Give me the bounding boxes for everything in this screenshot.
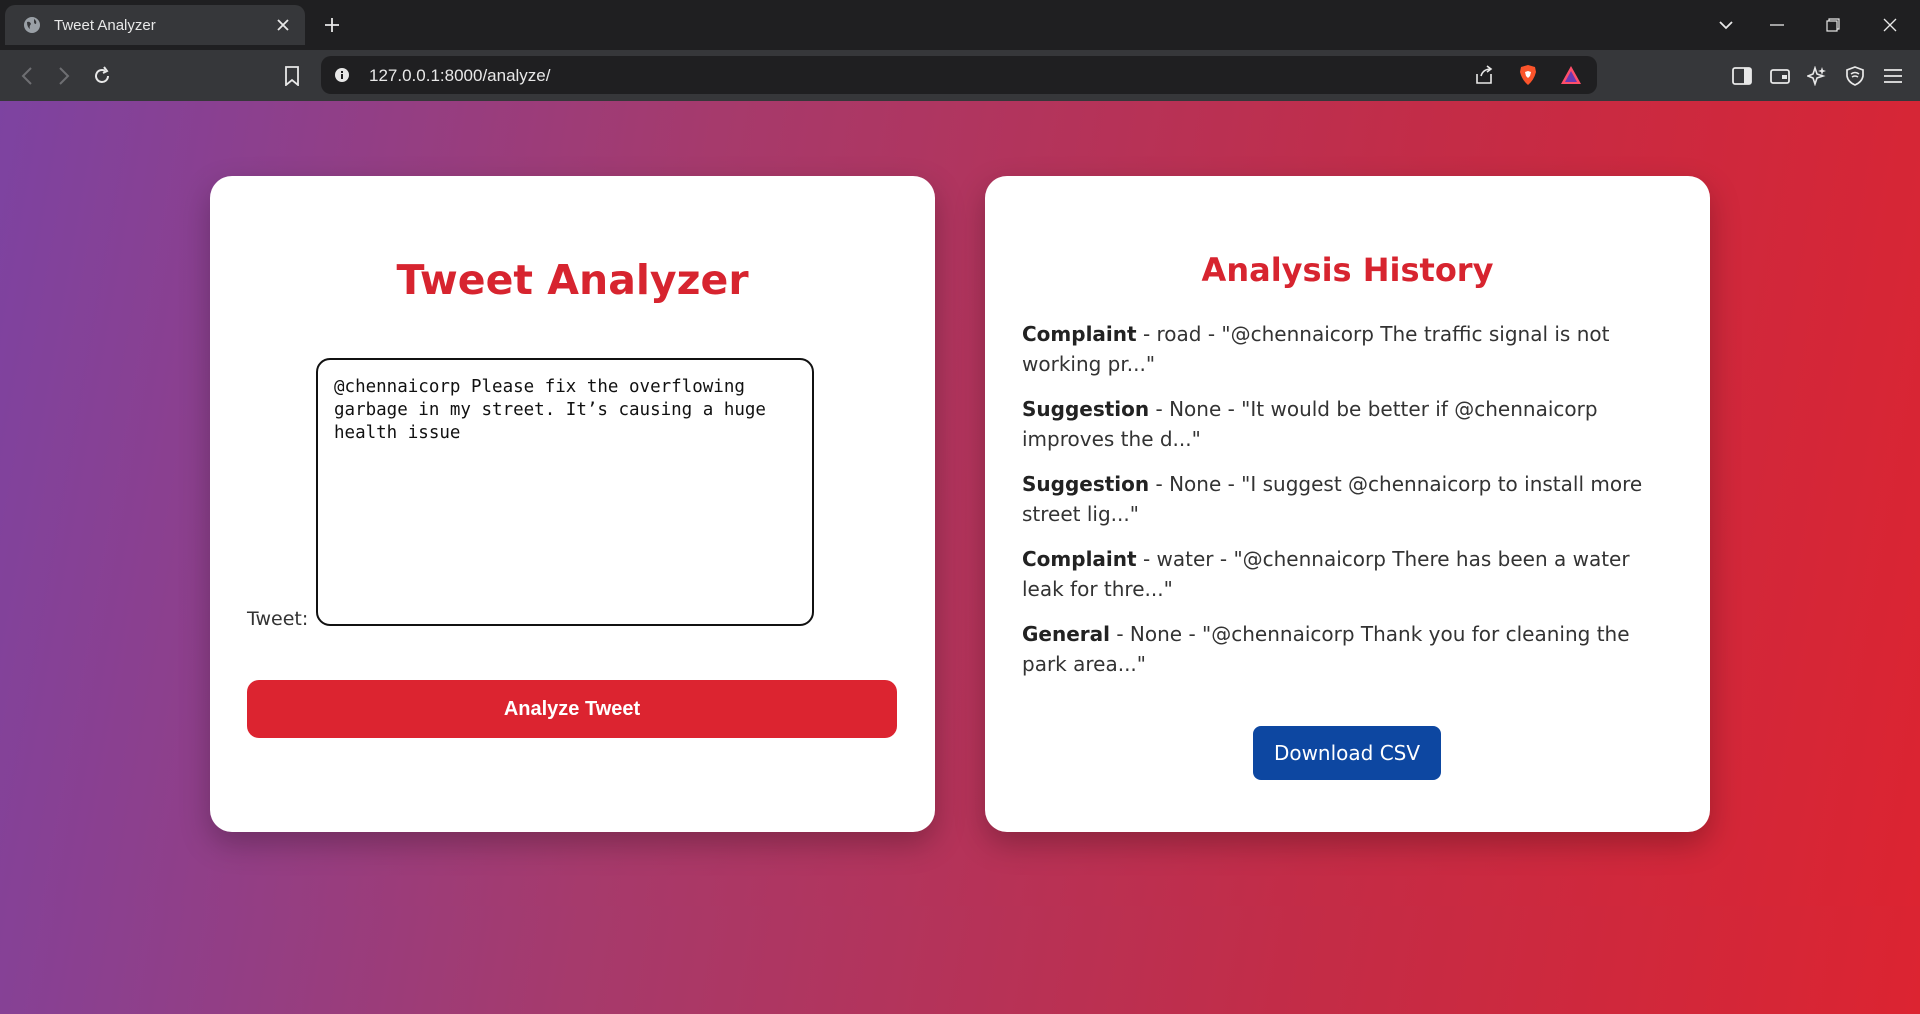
share-icon[interactable] xyxy=(1473,64,1495,86)
brave-rewards-icon[interactable] xyxy=(1560,64,1582,86)
menu-icon[interactable] xyxy=(1880,63,1906,89)
history-detail: - None - "@chennaicorp Thank you for cle… xyxy=(1022,622,1630,676)
browser-toolbar: 127.0.0.1:8000/analyze/ xyxy=(0,50,1920,101)
history-list: Complaint - road - "@chennaicorp The tra… xyxy=(1022,319,1677,694)
wallet-icon[interactable] xyxy=(1767,63,1793,89)
history-item: Suggestion - None - "I suggest @chennaic… xyxy=(1022,469,1677,529)
window-close-icon[interactable] xyxy=(1878,13,1902,37)
history-item: Suggestion - None - "It would be better … xyxy=(1022,394,1677,454)
forward-icon[interactable] xyxy=(51,63,77,89)
sidebar-icon[interactable] xyxy=(1729,63,1755,89)
site-info-icon[interactable] xyxy=(331,64,353,86)
analyzer-card: Tweet Analyzer Tweet: @chennaicorp Pleas… xyxy=(210,176,935,832)
brave-shield-icon[interactable] xyxy=(1517,64,1539,86)
history-category: Complaint xyxy=(1022,547,1137,571)
page-viewport: Tweet Analyzer Tweet: @chennaicorp Pleas… xyxy=(0,101,1920,1014)
leo-ai-icon[interactable] xyxy=(1804,63,1830,89)
history-category: General xyxy=(1022,622,1110,646)
vpn-icon[interactable] xyxy=(1842,63,1868,89)
browser-tab[interactable]: Tweet Analyzer xyxy=(5,5,305,45)
page-title: Tweet Analyzer xyxy=(396,256,749,304)
browser-tab-bar: Tweet Analyzer xyxy=(0,0,1920,50)
bookmark-icon[interactable] xyxy=(279,63,305,89)
tab-title: Tweet Analyzer xyxy=(54,16,156,34)
history-item: General - None - "@chennaicorp Thank you… xyxy=(1022,619,1677,679)
history-item: Complaint - road - "@chennaicorp The tra… xyxy=(1022,319,1677,379)
analyze-tweet-button[interactable]: Analyze Tweet xyxy=(247,680,897,738)
new-tab-button[interactable] xyxy=(320,13,344,37)
url-text[interactable]: 127.0.0.1:8000/analyze/ xyxy=(369,66,550,86)
globe-icon xyxy=(24,17,40,33)
tab-search-icon[interactable] xyxy=(1714,13,1738,37)
history-category: Suggestion xyxy=(1022,397,1150,421)
download-csv-button[interactable]: Download CSV xyxy=(1253,726,1441,780)
history-title: Analysis History xyxy=(1201,251,1494,289)
back-icon[interactable] xyxy=(14,63,40,89)
tweet-label: Tweet: xyxy=(247,608,309,630)
address-bar[interactable]: 127.0.0.1:8000/analyze/ xyxy=(321,56,1597,94)
page-background: Tweet Analyzer Tweet: @chennaicorp Pleas… xyxy=(0,101,1920,906)
history-card: Analysis History Complaint - road - "@ch… xyxy=(985,176,1710,832)
restore-icon[interactable] xyxy=(1821,13,1845,37)
history-category: Complaint xyxy=(1022,322,1137,346)
reload-icon[interactable] xyxy=(89,63,115,89)
tweet-input[interactable]: @chennaicorp Please fix the overflowing … xyxy=(316,358,814,626)
close-icon[interactable] xyxy=(273,15,293,35)
minimize-icon[interactable] xyxy=(1765,13,1789,37)
history-category: Suggestion xyxy=(1022,472,1150,496)
history-item: Complaint - water - "@chennaicorp There … xyxy=(1022,544,1677,604)
